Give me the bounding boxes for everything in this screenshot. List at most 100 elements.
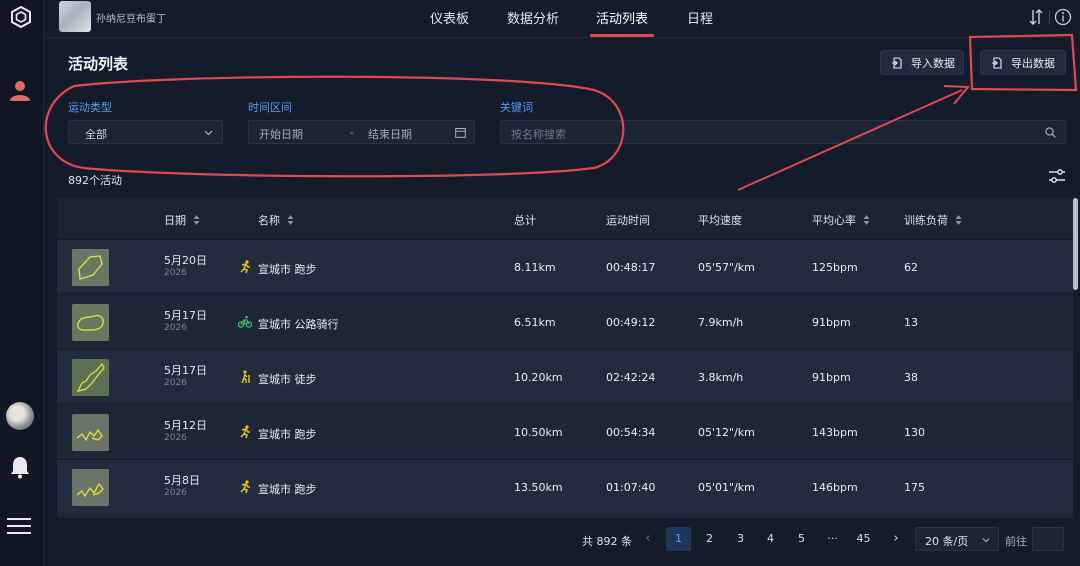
- activity-date: 5月17日: [164, 309, 207, 322]
- main-nav: 仪表板 数据分析 活动列表 日程: [44, 0, 1080, 38]
- profile-icon[interactable]: [8, 78, 32, 102]
- page-1[interactable]: 1: [666, 527, 691, 551]
- bell-icon[interactable]: [9, 455, 31, 479]
- avatar[interactable]: [6, 402, 34, 430]
- next-page-icon[interactable]: ›: [888, 531, 904, 547]
- route-map-thumbnail: [72, 414, 109, 451]
- search-placeholder: 按名称搜索: [511, 128, 566, 141]
- sidebar: [0, 0, 44, 566]
- column-header-duration: 运动时间: [606, 212, 650, 228]
- start-date-input[interactable]: 开始日期: [259, 126, 303, 142]
- page-size-select[interactable]: 20 条/页: [915, 527, 999, 551]
- column-header-avg-hr[interactable]: 平均心率: [812, 212, 870, 228]
- activity-table: 日期 名称 总计 运动时间 平均速度 平均心率 训练负荷 5月20日 2026 …: [57, 198, 1073, 518]
- search-input[interactable]: 按名称搜索: [500, 120, 1066, 144]
- import-data-label: 导入数据: [911, 56, 955, 70]
- route-map-thumbnail: [72, 304, 109, 341]
- column-header-avg-speed: 平均速度: [698, 212, 742, 228]
- table-row[interactable]: 5月20日 2026 宣城市 跑步 8.11km 00:48:17 05'57"…: [57, 239, 1073, 292]
- end-date-input[interactable]: 结束日期: [368, 126, 412, 142]
- activity-avg-hr: 91bpm: [812, 371, 851, 384]
- activity-date: 5月20日: [164, 254, 207, 267]
- page-5[interactable]: 5: [789, 527, 814, 551]
- sort-icon: [287, 215, 294, 225]
- activity-avg-speed: 7.9km/h: [698, 316, 744, 329]
- hiking-icon: [241, 370, 250, 384]
- sort-icon: [863, 215, 870, 225]
- activity-name[interactable]: 宣城市 跑步: [258, 261, 317, 277]
- prev-page-icon[interactable]: ‹: [640, 531, 656, 547]
- activity-date: 5月17日: [164, 364, 207, 377]
- column-header-total-label: 总计: [514, 214, 536, 227]
- page-ellipsis[interactable]: ···: [820, 527, 845, 551]
- column-header-duration-label: 运动时间: [606, 214, 650, 227]
- activity-duration: 00:48:17: [606, 261, 656, 274]
- activity-name[interactable]: 宣城市 跑步: [258, 481, 317, 497]
- info-icon[interactable]: [1054, 8, 1072, 26]
- export-data-label: 导出数据: [1011, 56, 1055, 70]
- column-header-name[interactable]: 名称: [258, 212, 294, 228]
- nav-dashboard[interactable]: 仪表板: [430, 8, 469, 27]
- column-header-training-load[interactable]: 训练负荷: [904, 212, 962, 228]
- app-logo-icon[interactable]: [10, 6, 32, 28]
- table-row[interactable]: 5月17日 2026 宣城市 公路骑行 6.51km 00:49:12 7.9k…: [57, 294, 1073, 347]
- activity-name[interactable]: 宣城市 公路骑行: [258, 316, 339, 332]
- date-range-picker[interactable]: 开始日期 - 结束日期: [248, 120, 475, 144]
- activity-total: 10.20km: [514, 371, 563, 384]
- activity-training-load: 13: [904, 316, 918, 329]
- route-map-thumbnail: [72, 469, 109, 506]
- activity-name[interactable]: 宣城市 跑步: [258, 426, 317, 442]
- activity-training-load: 130: [904, 426, 925, 439]
- menu-icon[interactable]: [7, 516, 31, 536]
- page-45[interactable]: 45: [851, 527, 876, 551]
- goto-page-input[interactable]: [1032, 527, 1064, 551]
- activity-avg-speed: 3.8km/h: [698, 371, 744, 384]
- activity-total: 8.11km: [514, 261, 556, 274]
- sport-type-value: 全部: [85, 128, 107, 141]
- chevron-down-icon: [204, 130, 213, 136]
- keyword-label: 关键词: [500, 101, 533, 114]
- active-tab-indicator: [590, 34, 654, 37]
- table-scrollbar[interactable]: [1073, 198, 1078, 290]
- activity-year: 2026: [164, 433, 187, 443]
- page-3[interactable]: 3: [728, 527, 753, 551]
- export-data-button[interactable]: 导出数据: [980, 50, 1066, 75]
- table-row[interactable]: 5月12日 2026 宣城市 跑步 10.50km 00:54:34 05'12…: [57, 404, 1073, 457]
- activity-year: 2026: [164, 323, 187, 333]
- activity-name[interactable]: 宣城市 徒步: [258, 371, 317, 387]
- filter-settings-icon[interactable]: [1048, 168, 1066, 185]
- activity-year: 2026: [164, 378, 187, 388]
- sort-icon: [193, 215, 200, 225]
- top-bar: 孙纳尼豆布蛋丁 仪表板 数据分析 活动列表 日程: [44, 0, 1080, 38]
- activity-avg-hr: 146bpm: [812, 481, 858, 494]
- activity-training-load: 62: [904, 261, 918, 274]
- page-4[interactable]: 4: [758, 527, 783, 551]
- table-row[interactable]: 5月8日 2026 宣城市 跑步 13.50km 01:07:40 05'01"…: [57, 459, 1073, 512]
- activity-year: 2026: [164, 268, 187, 278]
- sport-type-label: 运动类型: [68, 101, 112, 114]
- activity-date: 5月8日: [164, 474, 200, 487]
- divider: [1049, 10, 1050, 24]
- activity-avg-hr: 91bpm: [812, 316, 851, 329]
- activity-year: 2026: [164, 488, 187, 498]
- goto-label: 前往: [1005, 535, 1027, 548]
- nav-analytics[interactable]: 数据分析: [507, 8, 559, 27]
- activity-total: 10.50km: [514, 426, 563, 439]
- column-header-date[interactable]: 日期: [164, 212, 200, 228]
- activity-total: 6.51km: [514, 316, 556, 329]
- sport-type-select[interactable]: 全部: [68, 120, 223, 144]
- nav-schedule[interactable]: 日程: [687, 8, 713, 27]
- activity-avg-speed: 05'12"/km: [698, 426, 755, 439]
- route-map-thumbnail: [72, 249, 109, 286]
- table-row[interactable]: 5月17日 2026 宣城市 徒步 10.20km 02:42:24 3.8km…: [57, 349, 1073, 402]
- activity-avg-speed: 05'57"/km: [698, 261, 755, 274]
- search-icon: [1045, 127, 1056, 138]
- import-icon: [892, 56, 902, 69]
- nav-activity-list[interactable]: 活动列表: [596, 8, 648, 27]
- activity-count: 892个活动: [68, 174, 122, 187]
- sort-toggle-icon[interactable]: [1028, 8, 1044, 26]
- activity-duration: 01:07:40: [606, 481, 656, 494]
- import-data-button[interactable]: 导入数据: [880, 50, 964, 75]
- page-2[interactable]: 2: [697, 527, 722, 551]
- activity-avg-hr: 143bpm: [812, 426, 858, 439]
